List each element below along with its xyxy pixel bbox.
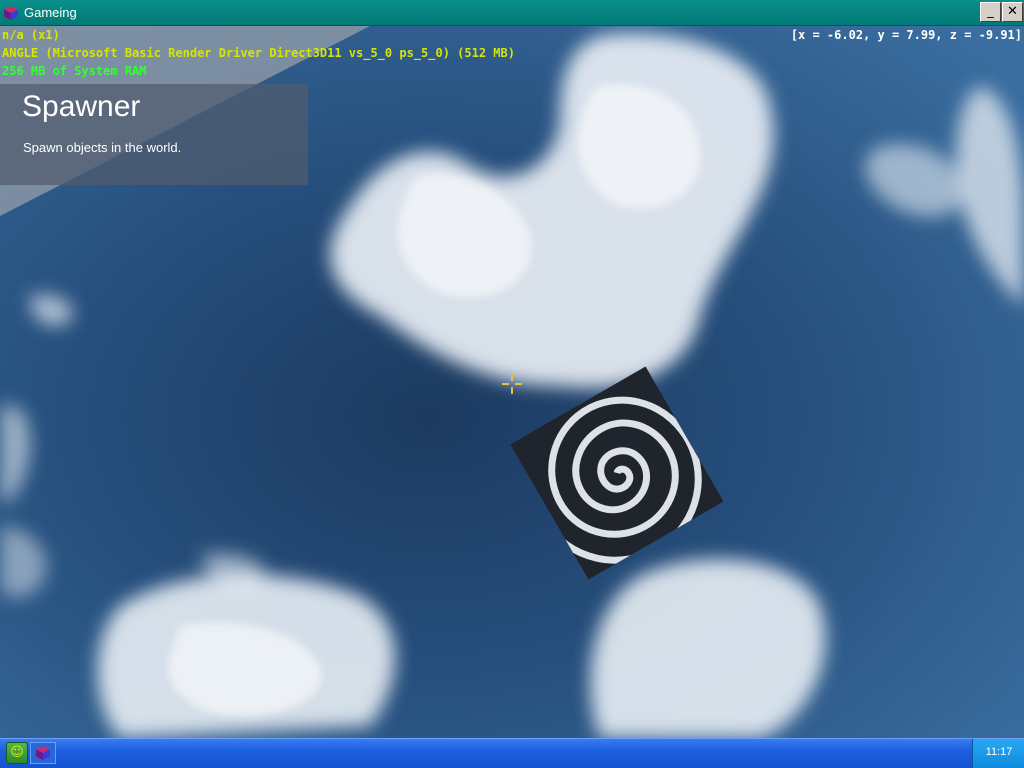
game-window: Gameing _ ✕ n/a (x1) ANGLE (Microsoft Ba…	[0, 0, 1024, 738]
crosshair-icon	[502, 374, 522, 394]
hud-fps: n/a (x1)	[2, 28, 60, 42]
hud-ram: 256 MB of System RAM	[2, 64, 147, 78]
system-tray: 11:17	[972, 739, 1024, 768]
window-title: Gameing	[24, 5, 77, 20]
tool-info-panel: Spawner Spawn objects in the world.	[0, 84, 308, 185]
tool-description: Spawn objects in the world.	[23, 140, 182, 155]
clock[interactable]: 11:17	[973, 746, 1024, 758]
tool-title: Spawner	[22, 90, 141, 123]
start-smiley-icon: ☺	[10, 745, 24, 760]
minimize-button[interactable]: _	[980, 2, 1001, 22]
hud-renderer: ANGLE (Microsoft Basic Render Driver Dir…	[2, 46, 515, 60]
game-viewport[interactable]: n/a (x1) ANGLE (Microsoft Basic Render D…	[0, 26, 1024, 738]
title-bar[interactable]: Gameing _ ✕	[0, 0, 1024, 26]
start-button[interactable]: ☺	[6, 742, 28, 764]
app-cube-icon	[4, 6, 18, 20]
hud-coordinates: [x = -6.02, y = 7.99, z = -9.91]	[790, 28, 1022, 42]
close-button[interactable]: ✕	[1002, 2, 1023, 22]
app-cube-icon	[36, 746, 50, 760]
taskbar-app-button[interactable]	[30, 742, 56, 764]
taskbar: ☺ 11:17	[0, 738, 1024, 768]
